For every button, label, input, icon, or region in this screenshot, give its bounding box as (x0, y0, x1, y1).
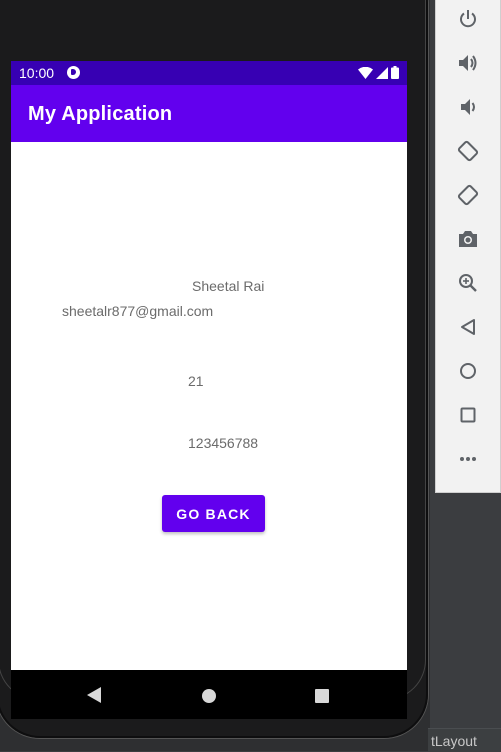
nav-recents-icon[interactable] (315, 689, 329, 703)
more-button[interactable] (436, 437, 500, 481)
volume-down-icon (461, 99, 475, 115)
camera-icon (459, 231, 477, 247)
navigation-bar (11, 670, 407, 719)
notification-app-icon (67, 66, 80, 79)
rotate-right-button[interactable] (436, 173, 500, 217)
power-icon (460, 10, 476, 28)
volume-down-button[interactable] (436, 85, 500, 129)
nav-home-icon[interactable] (202, 689, 216, 703)
home-icon (460, 363, 476, 379)
zoom-icon (459, 274, 477, 292)
home-button[interactable] (436, 349, 500, 393)
cell-signal-icon (376, 66, 388, 79)
more-icon (460, 457, 476, 461)
back-icon (461, 319, 475, 335)
battery-icon (391, 66, 399, 79)
app-title: My Application (28, 103, 173, 125)
screenshot-button[interactable] (436, 217, 500, 261)
ide-bottom-tab[interactable]: tLayout (428, 728, 501, 752)
power-button[interactable] (436, 0, 500, 41)
go-back-button[interactable]: GO BACK (162, 495, 265, 532)
overview-icon (460, 407, 476, 423)
age-text: 21 (188, 373, 204, 389)
name-text: Sheetal Rai (192, 278, 265, 294)
content-area: Sheetal Rai sheetalr877@gmail.com 21 123… (11, 142, 407, 671)
status-icons (358, 66, 399, 79)
ide-bottom-tab-label: tLayout (431, 733, 477, 749)
emulator-toolbar (435, 0, 501, 493)
status-bar: 10:00 (11, 61, 407, 85)
rotate-right-icon (457, 184, 479, 206)
rotate-left-icon (457, 140, 479, 162)
email-text: sheetalr877@gmail.com (62, 303, 214, 319)
zoom-button[interactable] (436, 261, 500, 305)
status-time: 10:00 (19, 65, 55, 81)
phone-text: 123456788 (188, 435, 259, 451)
back-button[interactable] (436, 305, 500, 349)
volume-up-icon (459, 55, 477, 71)
app-bar: My Application (11, 85, 407, 142)
volume-up-button[interactable] (436, 41, 500, 85)
wifi-icon (358, 66, 373, 79)
rotate-left-button[interactable] (436, 129, 500, 173)
overview-button[interactable] (436, 393, 500, 437)
nav-back-icon[interactable] (87, 687, 101, 703)
phone-screen: 10:00 My Application Sheetal Rai sheetal… (11, 61, 407, 719)
